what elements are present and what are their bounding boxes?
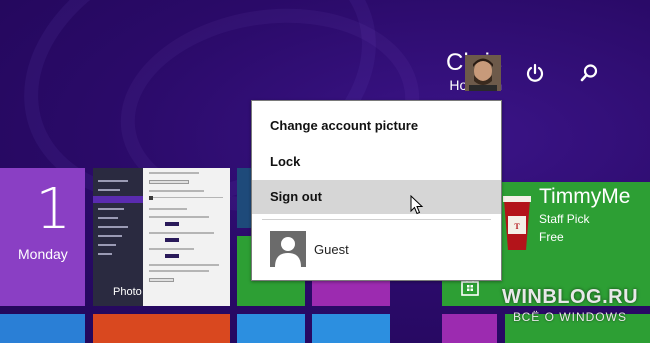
calendar-day-number: 1 bbox=[35, 177, 71, 242]
app-tile[interactable] bbox=[93, 314, 230, 343]
guest-name: Guest bbox=[314, 241, 349, 257]
avatar[interactable] bbox=[465, 55, 501, 91]
coffee-cup-icon: T bbox=[503, 196, 531, 250]
search-icon bbox=[580, 64, 598, 82]
menu-divider bbox=[262, 219, 491, 220]
change-account-picture-item[interactable]: Change account picture bbox=[252, 109, 501, 143]
app-tile[interactable] bbox=[237, 314, 305, 343]
watermark-subtitle: ВСЁ О WINDOWS bbox=[513, 310, 627, 324]
app-tile[interactable] bbox=[312, 314, 390, 343]
svg-text:T: T bbox=[514, 222, 520, 231]
person-silhouette-icon bbox=[270, 231, 306, 267]
store-app-subtitle: Staff Pick bbox=[539, 212, 590, 226]
app-tile[interactable] bbox=[442, 314, 497, 343]
guest-account-item[interactable]: Guest bbox=[270, 231, 349, 267]
store-app-title: TimmyMe bbox=[539, 185, 631, 208]
watermark: WINBLOG.RU ВСЁ О WINDOWS bbox=[497, 285, 643, 330]
power-button[interactable] bbox=[520, 58, 550, 88]
settings-pane-thumbnail bbox=[143, 168, 230, 306]
account-menu: Change account picture Lock Sign out Gue… bbox=[251, 100, 502, 281]
app-tile[interactable] bbox=[237, 168, 251, 228]
app-tile[interactable] bbox=[0, 314, 85, 343]
mouse-cursor-icon bbox=[410, 195, 424, 215]
calendar-tile[interactable]: 1 Monday bbox=[0, 168, 85, 306]
lock-item[interactable]: Lock bbox=[252, 145, 501, 179]
photos-tile-label: Photo bbox=[113, 286, 142, 298]
power-icon bbox=[526, 63, 544, 82]
sign-out-item[interactable]: Sign out bbox=[252, 180, 501, 214]
search-button[interactable] bbox=[574, 58, 604, 88]
store-app-price: Free bbox=[539, 230, 564, 244]
calendar-day-name: Monday bbox=[18, 246, 68, 262]
photos-tile[interactable]: Photo bbox=[93, 168, 230, 306]
watermark-title: WINBLOG.RU bbox=[501, 286, 639, 308]
